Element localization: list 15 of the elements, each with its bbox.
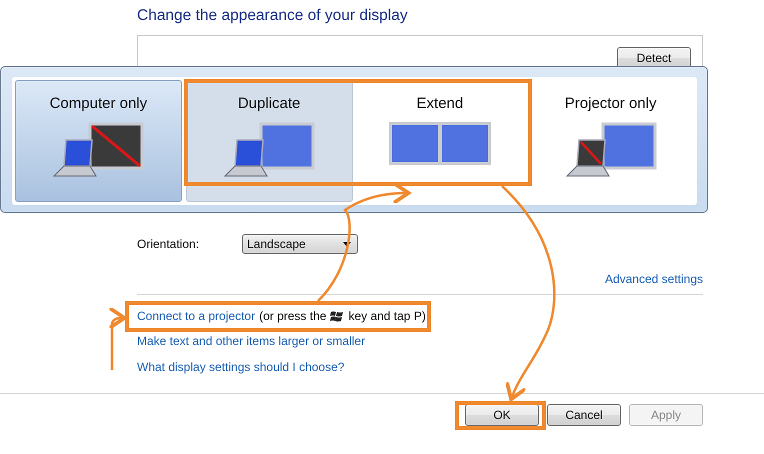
- hint-text: key and tap P): [348, 309, 426, 323]
- help-link[interactable]: What display settings should I choose?: [137, 360, 344, 376]
- dialog-button[interactable]: Cancel: [547, 404, 621, 426]
- projection-option[interactable]: Projector only: [527, 80, 694, 202]
- projection-option[interactable]: Computer only: [15, 80, 182, 202]
- dialog-button[interactable]: OK: [465, 404, 539, 426]
- help-link[interactable]: Make text and other items larger or smaller: [137, 334, 366, 350]
- projection-option[interactable]: Extend: [356, 80, 524, 202]
- projection-option[interactable]: Duplicate: [186, 80, 352, 202]
- orientation-dropdown[interactable]: Landscape: [242, 234, 358, 254]
- orientation-label: Orientation:: [137, 237, 200, 251]
- advanced-settings-link[interactable]: Advanced settings: [604, 272, 703, 286]
- page-heading: Change the appearance of your display: [137, 7, 409, 25]
- connect-projector-link[interactable]: Connect to a projector: [137, 309, 256, 323]
- hint-text: (or press the: [259, 309, 326, 323]
